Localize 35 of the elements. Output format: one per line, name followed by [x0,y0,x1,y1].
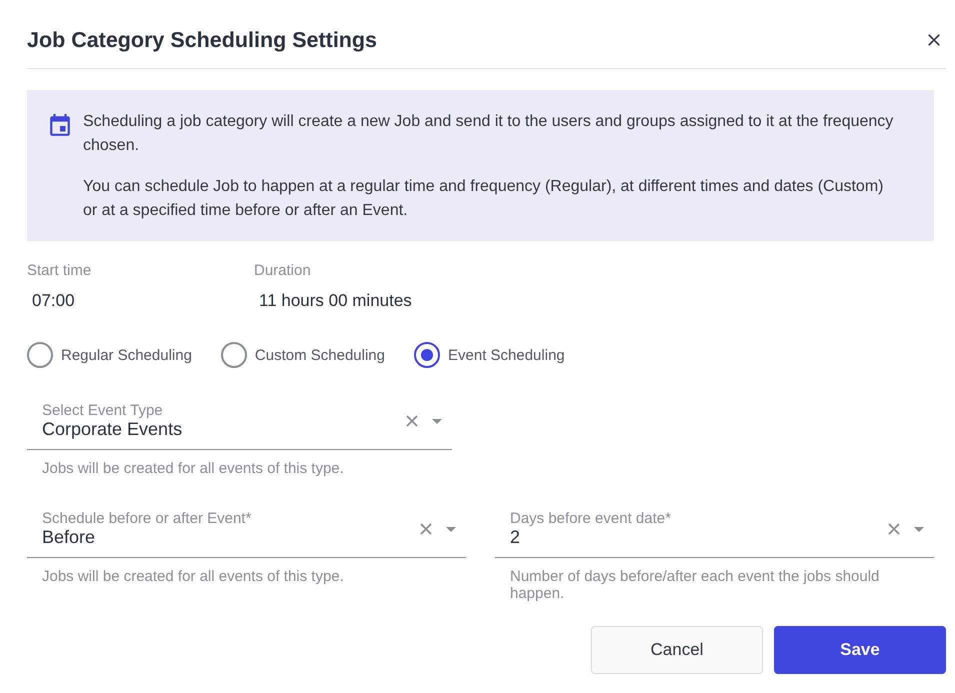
info-paragraph: You can schedule Job to happen at a regular time and frequency (Regular), at different times and dates (Custom) or at a specified time before or after an Event. [83,177,884,221]
field-label: Schedule before or after Event* [42,511,252,527]
radio-button[interactable] [414,342,440,368]
caret-icon[interactable] [446,526,456,532]
select-field[interactable]: Days before event date* 2 [495,503,934,558]
dialog-title: Job Category Scheduling Settings [27,28,378,52]
radio-label[interactable]: Event Scheduling [448,346,565,364]
summary-label: Duration [254,262,311,280]
radio-label[interactable]: Custom Scheduling [254,346,385,364]
field-label: Days before event date* [510,511,671,527]
summary-value: 11 hours 00 minutes [259,291,412,311]
clear-icon[interactable] [420,523,432,535]
info-paragraph: Scheduling a job category will create a new Job and send it to the users and groups assigned to it at the frequency chosen. [83,112,894,156]
caret-icon[interactable] [914,526,924,532]
helper-text: Jobs will be created for all events of this type. [41,460,345,477]
helper-text: Jobs will be created for all events of this type. [41,568,345,585]
radio-label[interactable]: Regular Scheduling [61,346,192,364]
calendar-icon [50,114,70,137]
field-value: Before [42,527,96,547]
radio-button[interactable] [27,342,53,368]
cancel-button[interactable]: Cancel [591,626,763,674]
clear-icon[interactable] [406,415,418,427]
radio-button[interactable] [220,342,247,368]
summary-label: Start time [27,262,92,280]
select-field[interactable]: Select Event Type Corporate Events [27,395,452,450]
field-value: Corporate Events [42,419,182,439]
field-label: Select Event Type [42,403,163,419]
select-field[interactable]: Schedule before or after Event* Before [27,503,466,558]
clear-icon[interactable] [888,523,900,535]
helper-text: Number of days before/after each event the jobs should happen. [509,568,880,602]
close-icon[interactable] [927,33,941,47]
save-button[interactable]: Save [774,626,946,674]
summary-value: 07:00 [32,291,75,311]
caret-icon[interactable] [432,418,442,424]
field-value: 2 [510,527,520,547]
